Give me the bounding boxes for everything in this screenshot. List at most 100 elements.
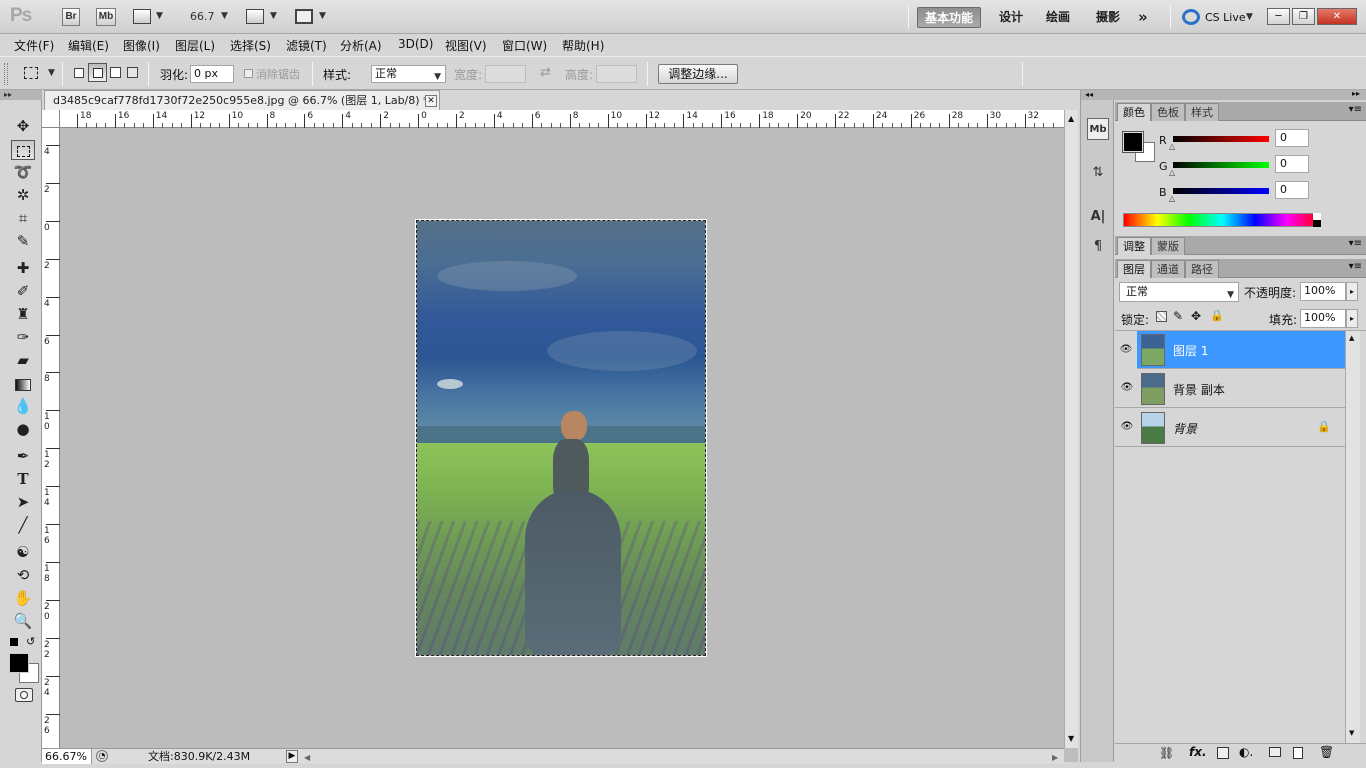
intersect-selection-icon[interactable]	[127, 67, 138, 78]
eraser-tool-icon[interactable]: ▰	[11, 350, 35, 370]
panel-menu-icon[interactable]: ▾≡	[1349, 238, 1362, 249]
document-image[interactable]	[416, 220, 706, 656]
line-tool-icon[interactable]: ╱	[11, 515, 35, 535]
layer-name[interactable]: 背景	[1173, 420, 1197, 437]
black-swatch[interactable]	[1313, 220, 1321, 227]
workspace-essentials[interactable]: 基本功能	[917, 7, 982, 28]
panel-menu-icon[interactable]: ▾≡	[1349, 104, 1362, 115]
zoom-tool-icon[interactable]: 🔍	[11, 611, 35, 631]
tab-masks[interactable]: 蒙版	[1151, 237, 1185, 255]
red-slider[interactable]	[1173, 136, 1269, 142]
crop-tool-icon[interactable]: ⌗	[11, 208, 35, 228]
new-layer-icon[interactable]	[1293, 747, 1303, 759]
scroll-down-icon[interactable]: ▼	[1068, 734, 1074, 743]
subtract-selection-icon[interactable]	[110, 67, 121, 78]
zoom-status-field[interactable]: 66.67%	[42, 749, 92, 764]
layer-row[interactable]: 👁 背景 🔒	[1115, 409, 1345, 447]
tab-adjustments[interactable]: 调整	[1117, 237, 1151, 255]
opacity-input[interactable]: 100%	[1300, 282, 1346, 301]
collapse-toolbar-icon[interactable]: ▸▸	[0, 90, 42, 100]
menu-window[interactable]: 窗口(W)	[502, 37, 547, 54]
lasso-tool-icon[interactable]: ➰	[11, 162, 35, 182]
cs-live-label[interactable]: CS Live	[1205, 11, 1246, 24]
character-icon[interactable]: A|	[1087, 206, 1109, 228]
ruler-origin[interactable]	[42, 110, 60, 128]
menu-3d[interactable]: 3D(D)	[398, 37, 433, 51]
tab-channels[interactable]: 通道	[1151, 260, 1185, 278]
layer-name[interactable]: 背景 副本	[1173, 381, 1225, 398]
adjustment-icon[interactable]: ◐.	[1239, 745, 1253, 759]
mini-bridge-button[interactable]: Mb	[96, 8, 116, 26]
feather-input[interactable]: 0 px	[190, 65, 234, 83]
width-input[interactable]	[485, 65, 526, 83]
move-tool-icon[interactable]: ✥	[11, 116, 35, 136]
panel-menu-icon[interactable]: ▾≡	[1349, 261, 1362, 272]
healing-brush-tool-icon[interactable]: ✚	[11, 258, 35, 278]
tab-layers[interactable]: 图层	[1117, 260, 1151, 278]
document-tab[interactable]: d3485c9caf778fd1730f72e250c955e8.jpg @ 6…	[44, 90, 440, 111]
scroll-down-icon[interactable]: ▼	[1349, 729, 1354, 737]
3d-rotate-tool-icon[interactable]: ☯	[11, 542, 35, 562]
green-value[interactable]: 0	[1275, 155, 1309, 173]
menu-analysis[interactable]: 分析(A)	[340, 37, 382, 54]
collapse-dock-icon[interactable]: ◂◂	[1081, 90, 1115, 100]
close-tab-icon[interactable]: ✕	[425, 95, 437, 107]
foreground-swatch[interactable]	[1122, 131, 1144, 153]
visibility-eye-icon[interactable]: 👁	[1119, 381, 1135, 395]
refine-edge-button[interactable]: 调整边缘...	[658, 64, 738, 84]
workspace-painting[interactable]: 绘画	[1039, 7, 1077, 28]
chevron-down-icon[interactable]: ▼	[1246, 12, 1253, 22]
swap-icon[interactable]: ⇄	[540, 65, 551, 80]
menu-image[interactable]: 图像(I)	[123, 37, 160, 54]
lock-transparency-icon[interactable]	[1156, 311, 1167, 322]
zoom-level[interactable]: 66.7	[190, 10, 215, 23]
minimize-button[interactable]: ─	[1267, 8, 1290, 25]
new-selection-icon[interactable]	[74, 68, 84, 78]
lock-all-icon[interactable]: 🔒	[1210, 309, 1224, 322]
menu-select[interactable]: 选择(S)	[230, 37, 271, 54]
vertical-scrollbar[interactable]: ▲ ▼	[1064, 110, 1078, 748]
scroll-right-icon[interactable]: ▶	[1052, 750, 1058, 765]
foreground-color-swatch[interactable]	[9, 653, 29, 673]
tab-paths[interactable]: 路径	[1185, 260, 1219, 278]
fill-input[interactable]: 100%	[1300, 309, 1346, 328]
history-brush-tool-icon[interactable]: ✑	[11, 327, 35, 347]
visibility-eye-icon[interactable]: 👁	[1115, 331, 1137, 369]
fx-icon[interactable]: fx.	[1189, 745, 1207, 759]
menu-edit[interactable]: 编辑(E)	[68, 37, 109, 54]
group-icon[interactable]	[1269, 747, 1281, 757]
blur-tool-icon[interactable]: 💧	[11, 396, 35, 416]
mask-icon[interactable]	[1217, 747, 1229, 759]
menu-filter[interactable]: 滤镜(T)	[286, 37, 327, 54]
history-icon[interactable]: ⇅	[1087, 162, 1109, 184]
3d-orbit-tool-icon[interactable]: ⟲	[11, 565, 35, 585]
fill-flyout-icon[interactable]: ▸	[1346, 309, 1358, 328]
trash-icon[interactable]: 🗑	[1319, 745, 1334, 759]
menu-view[interactable]: 视图(V)	[445, 37, 487, 54]
pen-tool-icon[interactable]: ✒	[11, 446, 35, 466]
blue-value[interactable]: 0	[1275, 181, 1309, 199]
tab-color[interactable]: 颜色	[1117, 103, 1151, 121]
green-slider[interactable]	[1173, 162, 1269, 168]
workspace-design[interactable]: 设计	[992, 7, 1030, 28]
visibility-eye-icon[interactable]: 👁	[1119, 420, 1135, 434]
opacity-flyout-icon[interactable]: ▸	[1346, 282, 1358, 301]
brush-tool-icon[interactable]: ✐	[11, 281, 35, 301]
eyedropper-tool-icon[interactable]: ✎	[11, 231, 35, 251]
mini-bridge-icon[interactable]: Mb	[1087, 118, 1109, 140]
lock-pixels-icon[interactable]: ✎	[1173, 309, 1183, 323]
layer-row[interactable]: 👁 图层 1	[1115, 331, 1345, 369]
style-select[interactable]: 正常 ▼	[371, 65, 446, 83]
rect-marquee-tool-icon[interactable]	[11, 140, 35, 160]
tab-swatches[interactable]: 色板	[1151, 103, 1185, 121]
lock-position-icon[interactable]: ✥	[1191, 309, 1201, 323]
height-input[interactable]	[596, 65, 637, 83]
menu-help[interactable]: 帮助(H)	[562, 37, 604, 54]
gradient-tool-icon[interactable]	[11, 374, 35, 394]
scroll-left-icon[interactable]: ◀	[304, 750, 310, 765]
cs-live-icon[interactable]	[1182, 9, 1200, 25]
scroll-up-icon[interactable]: ▲	[1349, 334, 1354, 342]
blend-mode-select[interactable]: 正常 ▼	[1119, 282, 1239, 302]
close-button[interactable]: ✕	[1317, 8, 1357, 25]
menu-layer[interactable]: 图层(L)	[175, 37, 215, 54]
